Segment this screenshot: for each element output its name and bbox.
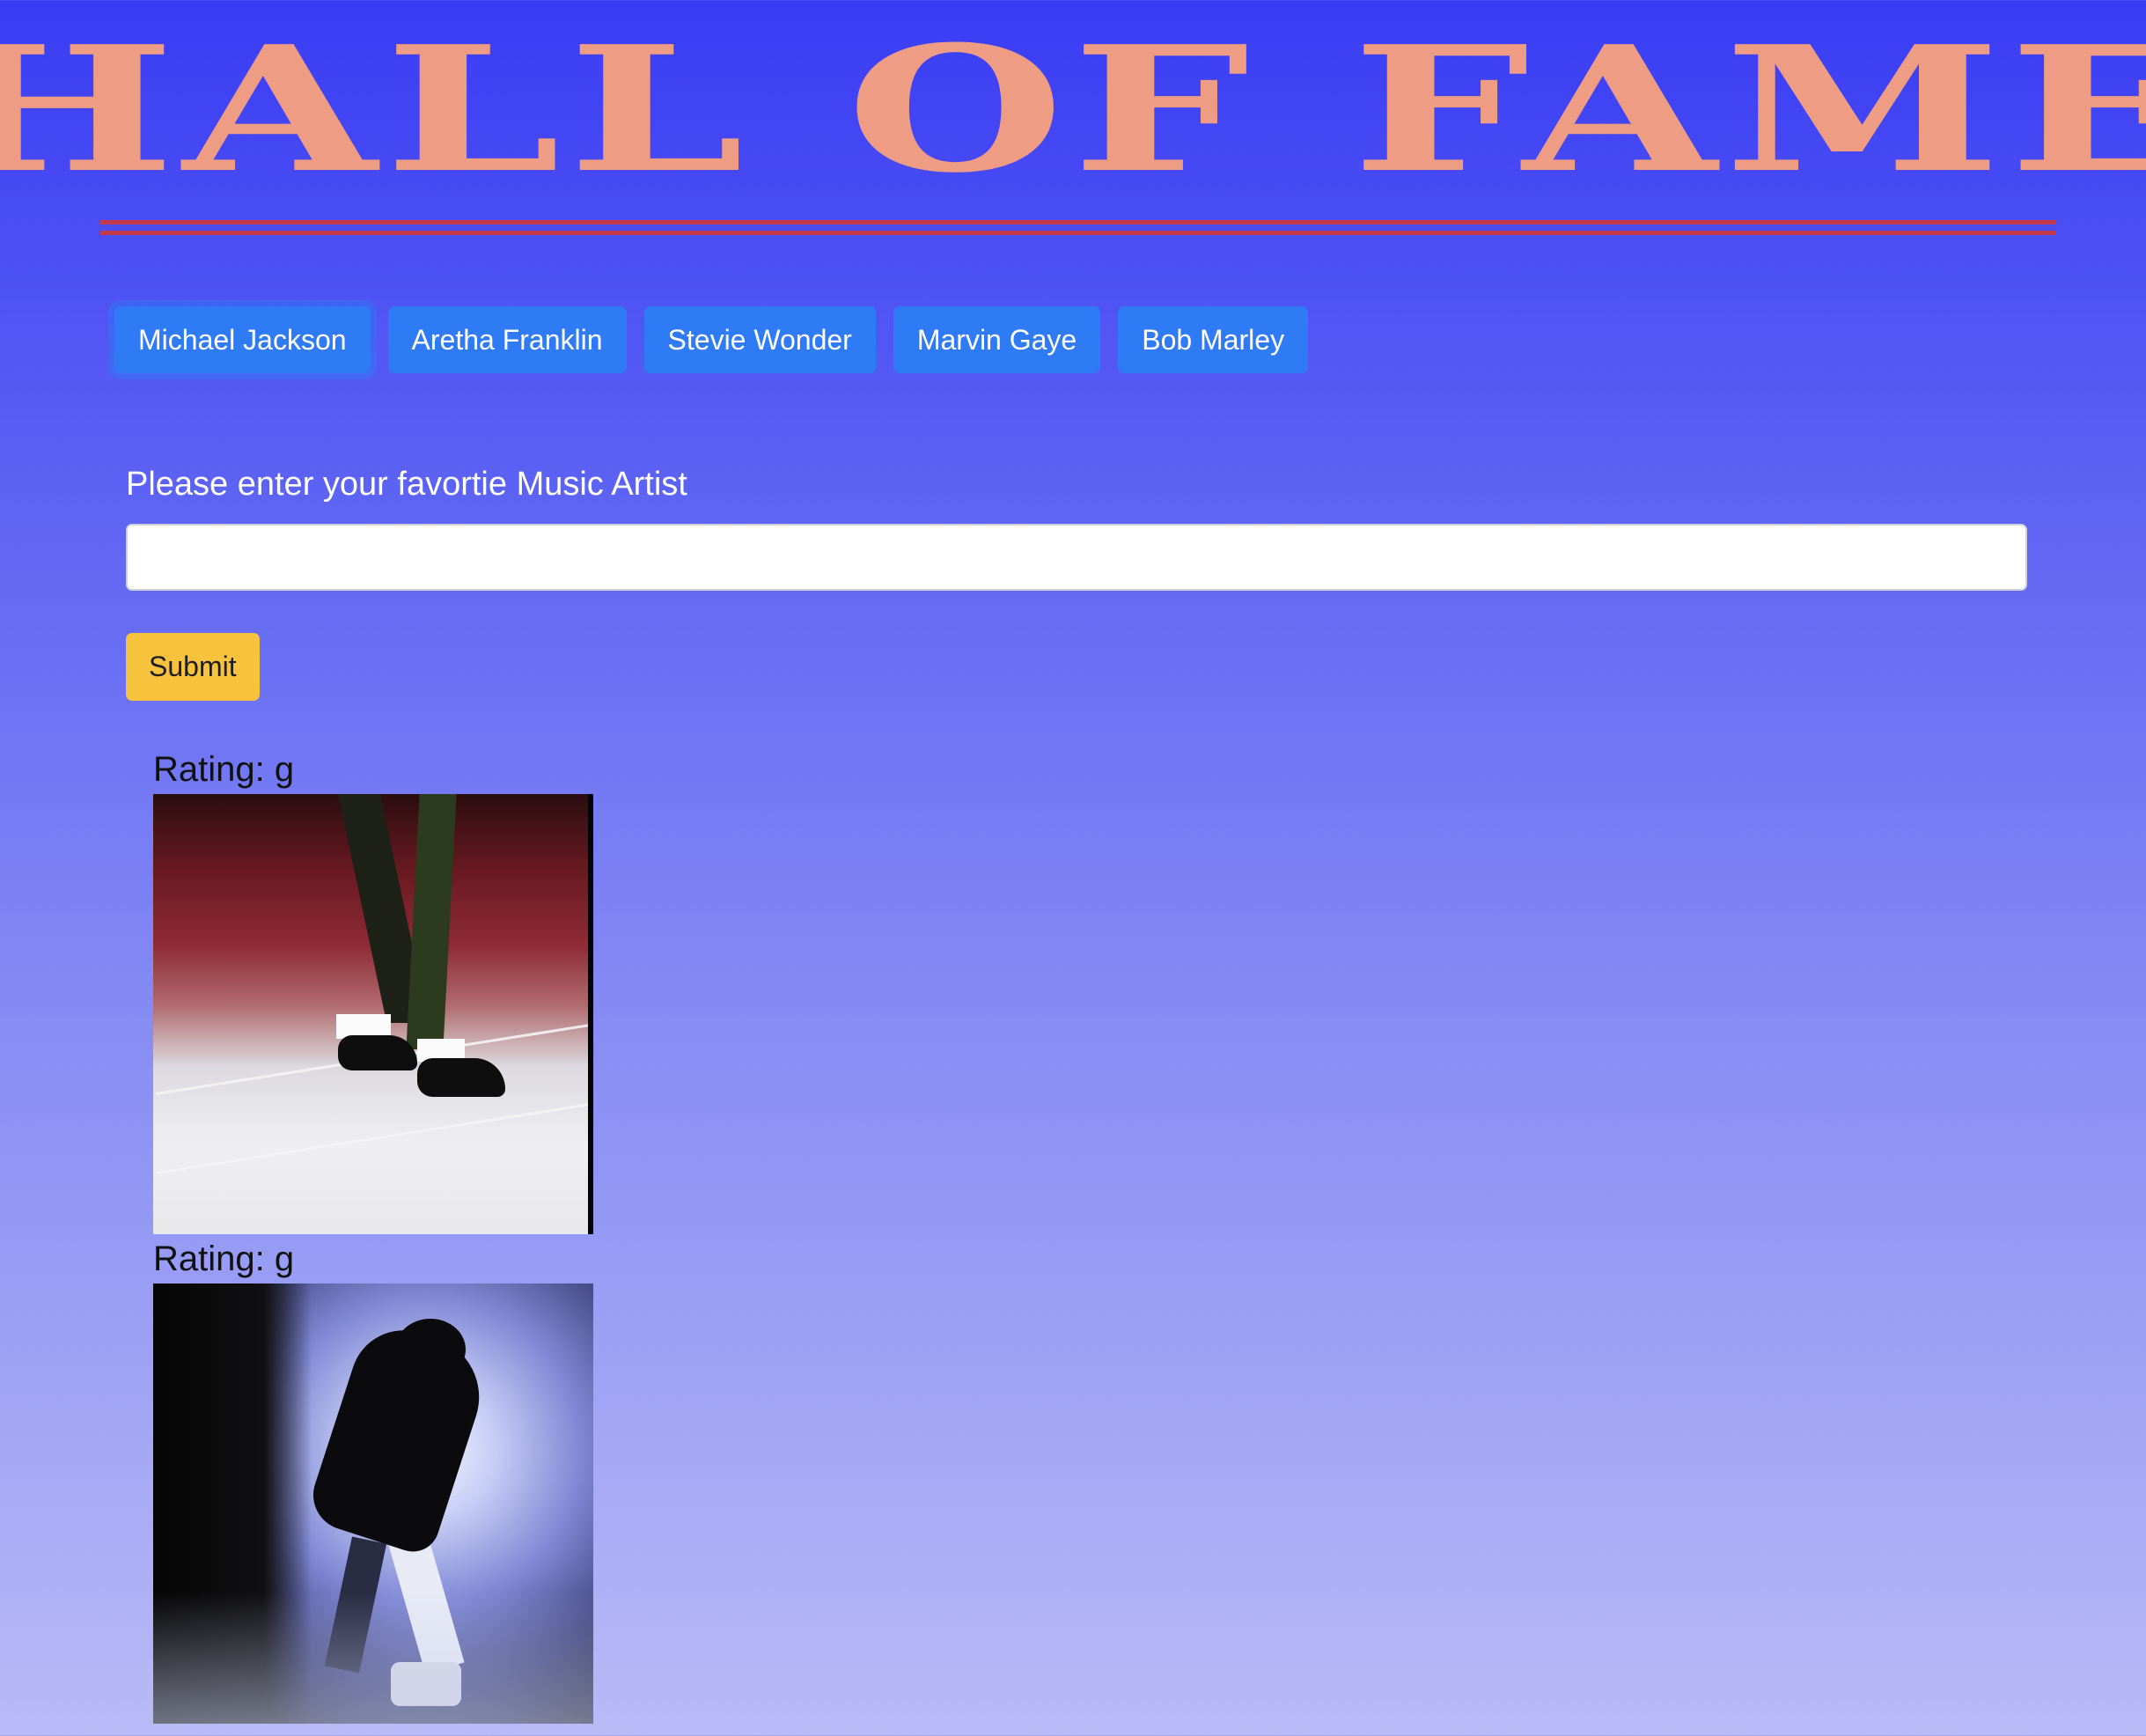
gif-card: Rating: g — [153, 1234, 593, 1724]
left-shoe — [338, 1035, 417, 1070]
gif-results: Rating: g Rating: g — [153, 745, 593, 1724]
gif-rating: Rating: g — [153, 750, 295, 789]
title-divider-top — [100, 220, 2056, 224]
artist-button-michael-jackson[interactable]: Michael Jackson — [114, 306, 371, 373]
artist-button-bar: Michael Jackson Aretha Franklin Stevie W… — [114, 306, 1309, 373]
stage-fog — [153, 1592, 593, 1724]
right-leg — [406, 794, 457, 1049]
artist-button-bob-marley[interactable]: Bob Marley — [1118, 306, 1309, 373]
artist-input-label: Please enter your favortie Music Artist — [126, 466, 687, 503]
gif-card: Rating: g — [153, 745, 593, 1234]
image-edge — [588, 794, 593, 1234]
dancer-head — [395, 1319, 466, 1380]
dancing-feet-gif[interactable] — [153, 794, 593, 1234]
silhouette-dance-gif[interactable] — [153, 1284, 593, 1724]
right-shoe — [417, 1058, 505, 1097]
artist-button-marvin-gaye[interactable]: Marvin Gaye — [893, 306, 1101, 373]
artist-button-stevie-wonder[interactable]: Stevie Wonder — [643, 306, 876, 373]
stage-line — [155, 1102, 592, 1175]
title-divider-bottom — [100, 231, 2056, 235]
gif-rating: Rating: g — [153, 1239, 295, 1278]
submit-button[interactable]: Submit — [126, 633, 260, 701]
artist-button-aretha-franklin[interactable]: Aretha Franklin — [387, 306, 627, 373]
page-title: HALL OF FAME — [0, 9, 2146, 211]
artist-input[interactable] — [126, 524, 2027, 591]
